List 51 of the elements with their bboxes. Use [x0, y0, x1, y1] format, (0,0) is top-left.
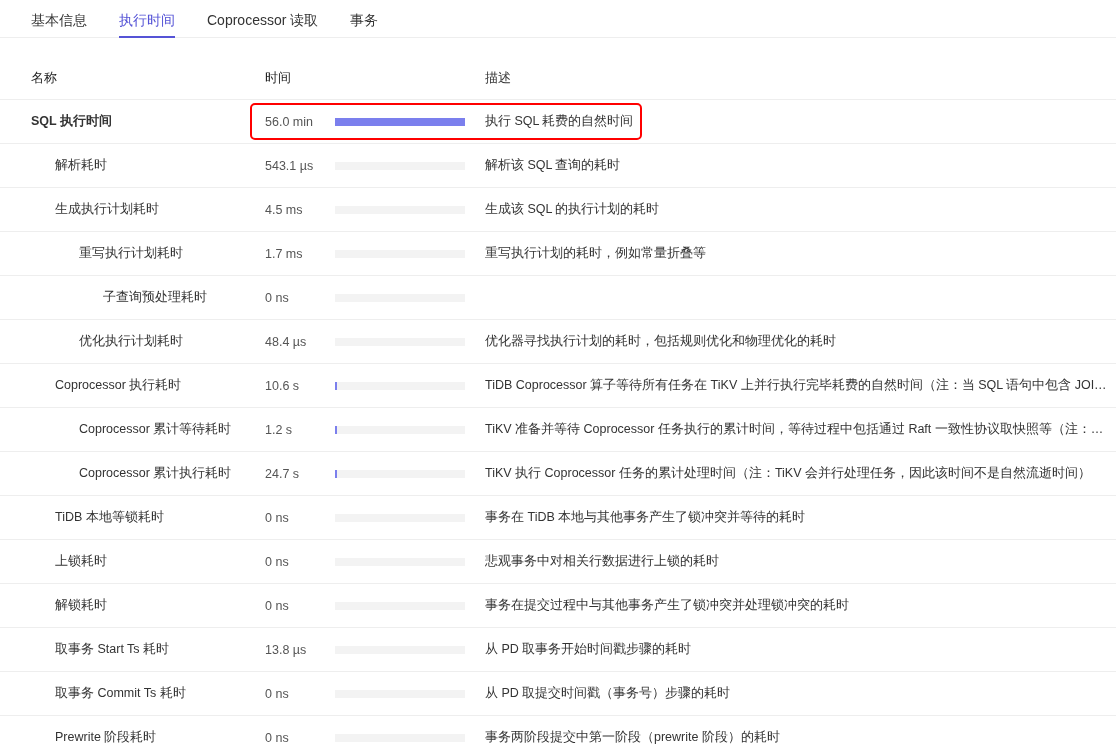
description-text: TiKV 执行 Coprocessor 任务的累计处理时间（注：TiKV 会并行处理任务，因此该时间不是自然流逝时间） [485, 465, 1091, 482]
row-name: 生成执行计划耗时 [54, 201, 160, 218]
row-name: TiDB 本地等锁耗时 [54, 509, 165, 526]
description-text: 事务两阶段提交中第一阶段（prewrite 阶段）的耗时 [485, 729, 780, 746]
description-text: 重写执行计划的耗时，例如常量折叠等 [485, 245, 706, 262]
time-value: 543.1 µs [265, 158, 315, 173]
time-value: 1.7 ms [265, 246, 304, 261]
row-name: 优化执行计划耗时 [78, 333, 184, 350]
time-value: 4.5 ms [265, 202, 304, 217]
time-value: 56.0 min [265, 114, 314, 129]
time-value: 24.7 s [265, 466, 301, 481]
time-value: 10.6 s [265, 378, 301, 393]
description-text: 悲观事务中对相关行数据进行上锁的耗时 [485, 553, 719, 570]
description-text: TiKV 准备并等待 Coprocessor 任务执行的累计时间，等待过程中包括通过 Raft 一致性协议取快照等（注：… [485, 421, 1104, 438]
row-name: 取事务 Start Ts 耗时 [54, 641, 171, 658]
time-value: 1.2 s [265, 422, 294, 437]
time-value: 0 ns [265, 510, 290, 525]
description-text: 事务在 TiDB 本地与其他事务产生了锁冲突并等待的耗时 [485, 509, 806, 526]
time-value: 0 ns [265, 290, 290, 305]
description-text: TiDB Coprocessor 算子等待所有任务在 TiKV 上并行执行完毕耗费的自然时间（注：当 SQL 语句中包含 JOI… [485, 377, 1107, 394]
description-text: 优化器寻找执行计划的耗时，包括规则优化和物理优化的耗时 [485, 333, 836, 350]
row-name: Coprocessor 累计执行耗时 [78, 465, 233, 482]
time-value: 0 ns [265, 686, 290, 701]
time-value: 0 ns [265, 598, 290, 613]
description-text: 执行 SQL 耗费的自然时间 [485, 113, 634, 130]
time-value: 13.8 µs [265, 642, 308, 657]
row-name: 子查询预处理耗时 [102, 289, 208, 306]
description-text: 从 PD 取提交时间戳（事务号）步骤的耗时 [485, 685, 731, 702]
row-name: 取事务 Commit Ts 耗时 [54, 685, 187, 702]
time-value: 48.4 µs [265, 334, 308, 349]
row-name: 重写执行计划耗时 [78, 245, 184, 262]
time-value: 0 ns [265, 554, 290, 569]
row-name: Prewrite 阶段耗时 [54, 729, 158, 746]
description-text: 生成该 SQL 的执行计划的耗时 [485, 201, 660, 218]
description-text: 事务在提交过程中与其他事务产生了锁冲突并处理锁冲突的耗时 [485, 597, 849, 614]
description-text: 解析该 SQL 查询的耗时 [485, 157, 621, 174]
tab[interactable]: 执行时间 [119, 0, 175, 38]
column-header: 名称 [30, 68, 58, 87]
row-name: SQL 执行时间 [30, 113, 113, 130]
tab[interactable]: 基本信息 [31, 0, 87, 38]
row-name: Coprocessor 累计等待耗时 [78, 421, 233, 438]
column-header: 描述 [485, 68, 511, 87]
column-header: 时间 [265, 68, 292, 87]
row-name: 上锁耗时 [54, 553, 108, 570]
description-text: 从 PD 取事务开始时间戳步骤的耗时 [485, 641, 692, 658]
time-value: 0 ns [265, 730, 290, 745]
row-name: Coprocessor 执行耗时 [54, 377, 183, 394]
row-name: 解锁耗时 [54, 597, 108, 614]
row-name: 解析耗时 [54, 157, 108, 174]
tab[interactable]: Coprocessor 读取 [207, 0, 319, 38]
tab[interactable]: 事务 [350, 0, 379, 38]
